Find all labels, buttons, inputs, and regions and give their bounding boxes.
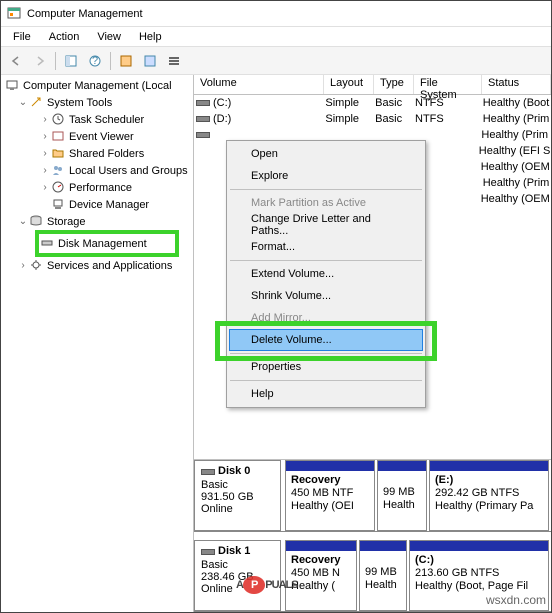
volume-columns: Volume Layout Type File System Status xyxy=(194,75,551,95)
col-type[interactable]: Type xyxy=(374,75,414,94)
tree-disk-management[interactable]: Disk Management xyxy=(40,235,174,252)
show-hide-button[interactable] xyxy=(60,50,82,72)
device-icon xyxy=(51,197,66,212)
separator xyxy=(230,260,422,261)
menubar: File Action View Help xyxy=(1,27,551,47)
collapse-icon[interactable]: ⌄ xyxy=(17,97,29,108)
col-status[interactable]: Status xyxy=(482,75,551,94)
volume-row[interactable]: (C:)SimpleBasicNTFSHealthy (Boot xyxy=(194,95,551,111)
tree-root[interactable]: Computer Management (Local xyxy=(1,77,193,94)
highlight-delete-volume xyxy=(215,321,437,361)
context-menu: Open Explore Mark Partition as Active Ch… xyxy=(226,140,426,408)
help-button[interactable]: ? xyxy=(84,50,106,72)
volume-row[interactable]: (D:)SimpleBasicNTFSHealthy (Prim xyxy=(194,111,551,127)
ctx-extend[interactable]: Extend Volume... xyxy=(229,263,423,285)
highlight-disk-management: Disk Management xyxy=(35,230,179,257)
tools-icon xyxy=(29,95,44,110)
forward-button[interactable] xyxy=(29,50,51,72)
tree-event-viewer[interactable]: ›Event Viewer xyxy=(1,128,193,145)
nav-tree: Computer Management (Local ⌄ System Tool… xyxy=(1,75,194,612)
back-button[interactable] xyxy=(5,50,27,72)
watermark-logo: APPUALS xyxy=(236,572,298,593)
ctx-help[interactable]: Help xyxy=(229,383,423,405)
folder-icon xyxy=(51,146,66,161)
svg-text:?: ? xyxy=(92,55,98,67)
app-icon xyxy=(7,7,21,21)
ctx-open[interactable]: Open xyxy=(229,143,423,165)
tree-shared-folders[interactable]: ›Shared Folders xyxy=(1,145,193,162)
col-filesystem[interactable]: File System xyxy=(414,75,482,94)
watermark-text: wsxdn.com xyxy=(486,593,546,607)
partition[interactable]: 99 MBHealth xyxy=(359,540,407,611)
separator xyxy=(230,380,422,381)
separator xyxy=(230,189,422,190)
ctx-change-letter[interactable]: Change Drive Letter and Paths... xyxy=(229,214,423,236)
drive-icon xyxy=(196,132,210,138)
disk-row: Disk 0 Basic 931.50 GB Online Recovery45… xyxy=(194,460,551,532)
drive-icon xyxy=(196,116,210,122)
col-layout[interactable]: Layout xyxy=(324,75,374,94)
disk-icon xyxy=(201,469,215,475)
toolbar: ? xyxy=(1,47,551,75)
tree-device-manager[interactable]: Device Manager xyxy=(1,196,193,213)
menu-file[interactable]: File xyxy=(5,29,39,45)
separator xyxy=(110,52,111,70)
ctx-shrink[interactable]: Shrink Volume... xyxy=(229,285,423,307)
disk-icon xyxy=(201,549,215,555)
tree-storage[interactable]: ⌄Storage xyxy=(1,213,193,230)
tree-local-users[interactable]: ›Local Users and Groups xyxy=(1,162,193,179)
settings-button[interactable] xyxy=(115,50,137,72)
list-button[interactable] xyxy=(163,50,185,72)
tree-task-scheduler[interactable]: ›Task Scheduler xyxy=(1,111,193,128)
disk-icon xyxy=(40,236,55,251)
tree-services[interactable]: ›Services and Applications xyxy=(1,257,193,274)
ctx-explore[interactable]: Explore xyxy=(229,165,423,187)
window-title: Computer Management xyxy=(27,8,143,20)
drive-icon xyxy=(196,100,210,106)
menu-help[interactable]: Help xyxy=(131,29,170,45)
storage-icon xyxy=(29,214,44,229)
tree-performance[interactable]: ›Performance xyxy=(1,179,193,196)
partition[interactable]: 99 MBHealth xyxy=(377,460,427,531)
partition[interactable]: (E:)292.42 GB NTFSHealthy (Primary Pa xyxy=(429,460,549,531)
menu-view[interactable]: View xyxy=(89,29,129,45)
disk-info[interactable]: Disk 0 Basic 931.50 GB Online xyxy=(194,460,281,531)
ctx-format[interactable]: Format... xyxy=(229,236,423,258)
partition[interactable]: Recovery450 MB NTFHealthy (OEI xyxy=(285,460,375,531)
titlebar: Computer Management xyxy=(1,1,551,27)
collapse-icon[interactable]: ⌄ xyxy=(17,216,29,227)
menu-action[interactable]: Action xyxy=(41,29,88,45)
event-icon xyxy=(51,129,66,144)
partitions: Recovery450 MB NTFHealthy (OEI 99 MBHeal… xyxy=(281,460,551,531)
col-volume[interactable]: Volume xyxy=(194,75,324,94)
performance-icon xyxy=(51,180,66,195)
ctx-mark-active: Mark Partition as Active xyxy=(229,192,423,214)
clock-icon xyxy=(51,112,66,127)
computer-icon xyxy=(5,78,20,93)
separator xyxy=(55,52,56,70)
services-icon xyxy=(29,258,44,273)
tree-system-tools[interactable]: ⌄ System Tools xyxy=(1,94,193,111)
refresh-button[interactable] xyxy=(139,50,161,72)
users-icon xyxy=(51,163,66,178)
